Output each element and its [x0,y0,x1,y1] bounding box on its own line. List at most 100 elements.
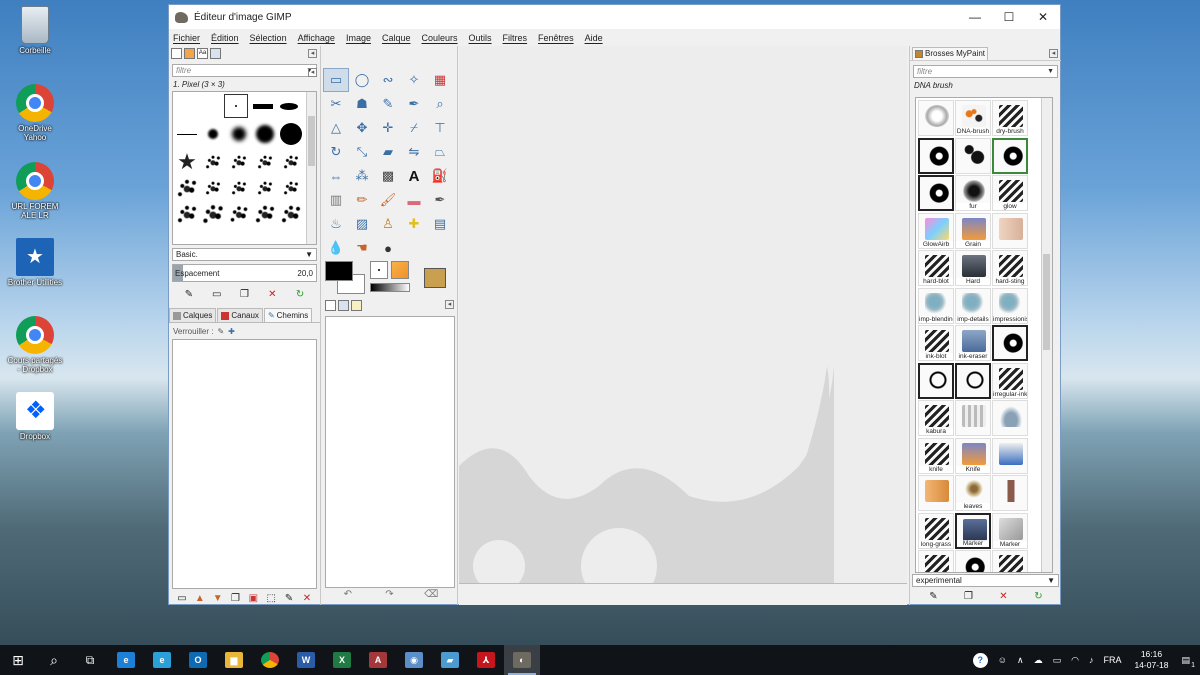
bucket-fill-tool-icon[interactable]: ⛽ [427,164,453,188]
duplicate-path-icon[interactable]: ❐ [229,591,243,605]
scissors-tool-icon[interactable]: ✂ [323,92,349,116]
brush-item[interactable] [279,122,303,146]
search-icon[interactable]: ⌕ [36,645,72,675]
perspective-clone-tool-icon[interactable]: ▤ [427,212,453,236]
dodge-burn-tool-icon[interactable]: ● [375,236,401,260]
mypaint-brush-item[interactable]: kabura [918,400,954,436]
airbrush-tool-icon[interactable]: ✒ [427,188,453,212]
mypaint-brush-item[interactable]: long-grass [918,512,954,549]
brush-item[interactable] [200,202,226,226]
taskbar-app-blue-icon[interactable]: ▰ [432,645,468,675]
shear-tool-icon[interactable]: ▰ [375,140,401,164]
color-picker-tool-icon[interactable]: ✒ [401,92,427,116]
clone-tool-icon[interactable]: ♙ [375,212,401,236]
menu-item[interactable]: Calque [382,33,411,43]
mypaint-brush-item[interactable]: fur [955,175,991,211]
desktop-icon[interactable]: Corbeille [6,6,64,55]
taskbar-chrome-icon[interactable] [252,645,288,675]
language-indicator[interactable]: FRA [1103,655,1121,665]
brush-item[interactable] [201,176,225,200]
tool-options-panel[interactable] [325,316,455,588]
tab-channels[interactable]: Canaux [217,308,263,322]
mypaint-brush-item[interactable] [955,137,991,174]
menu-item[interactable]: Couleurs [422,33,458,43]
mypaint-brush-item[interactable]: Knife [955,437,991,474]
text-tool-icon[interactable]: A [401,164,427,188]
paths-list[interactable] [172,339,317,589]
brushes-filter-input[interactable]: filtre ▼ [172,64,317,77]
active-brush-icon[interactable] [370,261,388,279]
paintbrush-tool-icon[interactable]: 🖌 [375,188,401,212]
flip-tool-icon[interactable]: ⇋ [401,140,427,164]
mypaint-brush-item[interactable] [992,475,1028,511]
edit-brush-icon[interactable]: ✎ [927,589,941,603]
taskbar-outlook-icon[interactable]: O [180,645,216,675]
task-view-icon[interactable]: ⧉ [72,645,108,675]
desktop-icon[interactable]: Dropbox [6,392,64,441]
menu-item[interactable]: Image [346,33,371,43]
mypaint-brush-item[interactable]: imp-blending [918,287,954,324]
mypaint-brush-item[interactable]: imp-details [955,287,991,324]
heal-tool-icon[interactable]: ✚ [401,212,427,236]
mypaint-brush-item[interactable]: ink-eraser [955,325,991,361]
mypaint-brush-item[interactable] [992,400,1028,436]
path-to-selection-icon[interactable]: ▣ [246,591,260,605]
ellipse-select-tool-icon[interactable]: ◯ [349,68,375,92]
crop-tool-icon[interactable]: ⌿ [401,116,427,140]
mypaint-filter-input[interactable]: filtre ▼ [913,65,1058,78]
menu-item[interactable]: Outils [469,33,492,43]
color-select-tool-icon[interactable]: ▦ [427,68,453,92]
mypaint-brush-item[interactable]: hard-sting [992,250,1028,286]
undo-history-tab-icon[interactable] [351,300,362,311]
delete-path-icon[interactable]: ✕ [300,591,314,605]
perspective-tool-icon[interactable]: ⏢ [427,140,453,164]
taskbar-gimp-icon[interactable]: ◐ [504,645,540,675]
mypaint-brush-item[interactable] [918,175,954,211]
brush-item[interactable] [227,150,251,174]
desktop-icon[interactable]: Brother Utilities [6,238,64,287]
document-tab-icon[interactable] [210,48,221,59]
mypaint-brush-item[interactable]: knife [918,437,954,474]
refresh-brushes-icon[interactable]: ↻ [1032,589,1046,603]
mypaint-brush-item[interactable] [992,137,1028,174]
mypaint-brush-item[interactable] [918,137,954,174]
brush-tag-select[interactable]: Basic. ▼ [172,248,317,261]
notification-icon[interactable]: ▤ 1 [1181,655,1195,669]
undo-icon[interactable]: ↶ [341,587,355,601]
rotate-tool-icon[interactable]: ↻ [323,140,349,164]
mypaint-brush-item[interactable] [955,362,991,399]
duplicate-brush-icon[interactable]: ❐ [962,589,976,603]
people-icon[interactable]: ☺ [998,655,1007,665]
mypaint-brush-item[interactable] [918,362,954,399]
help-icon[interactable]: ? [972,652,988,668]
mypaint-brush-item[interactable] [992,437,1028,474]
active-image-icon[interactable] [424,268,446,288]
handle-transform-tool-icon[interactable]: ▩ [375,164,401,188]
onedrive-icon[interactable]: ☁ [1034,655,1043,666]
image-canvas[interactable] [459,46,907,605]
taskbar-excel-icon[interactable]: X [324,645,360,675]
minimize-button[interactable]: — [958,5,992,29]
selection-to-path-icon[interactable]: ⬚ [264,591,278,605]
brush-item[interactable] [277,94,301,118]
menu-item[interactable]: Filtres [503,33,528,43]
unified-transform-tool-icon[interactable]: ⊤ [427,116,453,140]
paths-tool-icon[interactable]: ✎ [375,92,401,116]
chevron-up-icon[interactable]: ∧ [1017,655,1024,666]
taskbar-app-generic-icon[interactable]: ◉ [396,645,432,675]
brush-item[interactable] [175,122,199,146]
mypaint-brush-item[interactable] [918,475,954,511]
free-select-tool-icon[interactable]: ∾ [375,68,401,92]
dock-menu-icon[interactable]: ◂ [308,68,317,77]
refresh-brushes-icon[interactable]: ↻ [293,287,307,301]
mypaint-brush-item[interactable]: Grain [955,212,991,249]
mypaint-brushes-grid[interactable]: DNA-brush dry-brush fur glow GlowAirb Grain ha… [915,97,1053,573]
new-brush-icon[interactable]: ▭ [210,287,224,301]
fuzzy-select-tool-icon[interactable]: ✧ [401,68,427,92]
brush-item[interactable] [253,176,277,200]
mypaint-brush-item[interactable]: Marker [992,512,1028,549]
active-pattern-icon[interactable] [391,261,409,279]
mypaint-brush-item[interactable]: Hard [955,250,991,286]
tab-layers[interactable]: Calques [169,308,217,322]
lower-path-icon[interactable]: ▼ [211,591,225,605]
